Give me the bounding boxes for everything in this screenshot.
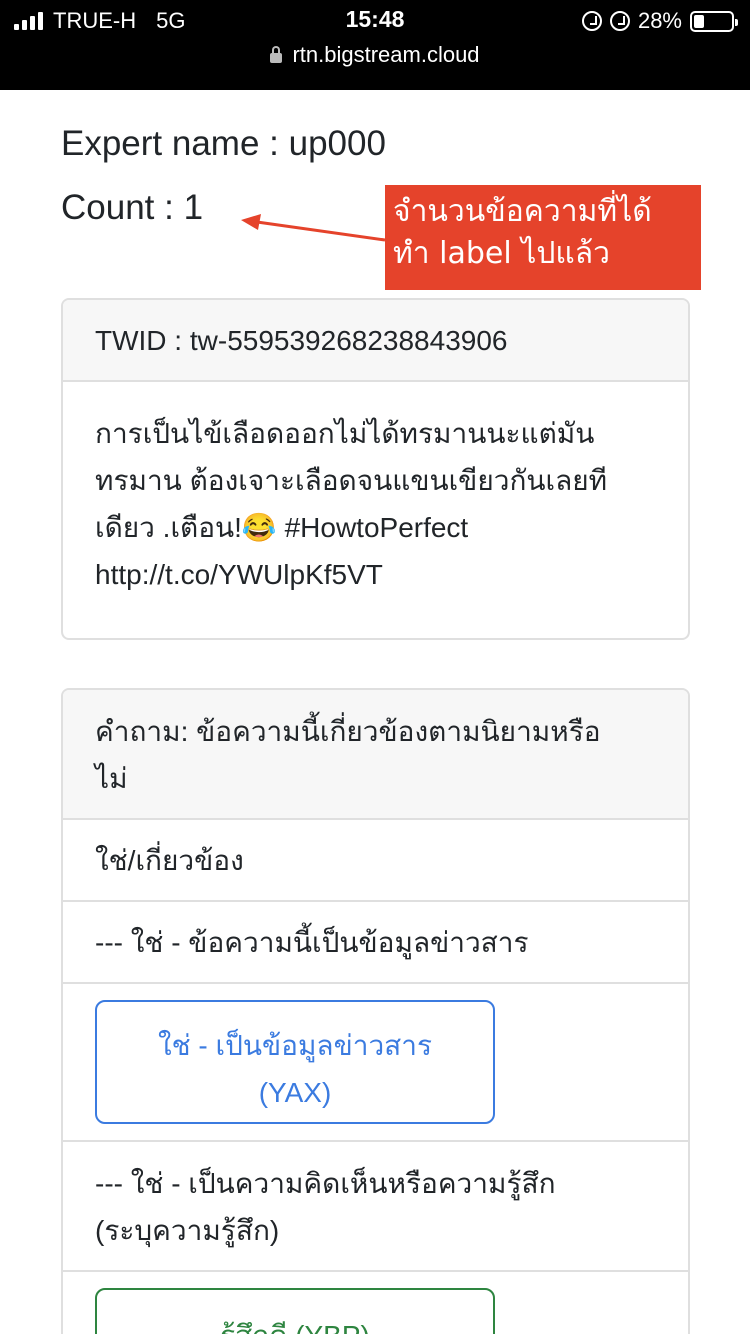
status-right: 28% [581,8,738,34]
subsection-opinion: --- ใช่ - เป็นความคิดเห็นหรือความรู้สึก … [63,1142,688,1272]
lock-icon [270,46,283,63]
address-bar[interactable]: rtn.bigstream.cloud [0,42,750,68]
tweet-id: TWID : tw-559539268238843906 [63,300,688,382]
subsection-opinion-line2: (ระบุความรู้สึก) [95,1215,280,1246]
question-card: คำถาม: ข้อความนี้เกี่ยวข้องตามนิยามหรือ … [61,688,690,1334]
annotation-callout: จำนวนข้อความที่ได้ ทำ label ไปแล้ว [385,185,701,290]
subsection-info: --- ใช่ - ข้อความนี้เป็นข้อมูลข่าวสาร [63,902,688,984]
tweet-text: การเป็นไข้เลือดออกไม่ได้ทรมานนะแต่มัน ทร… [63,382,688,598]
status-bar: TRUE-H 5G 15:48 28% rtn.bigstream.cloud [0,0,750,90]
url-text: rtn.bigstream.cloud [292,42,480,67]
tweet-text-line: ทรมาน ต้องเจาะเลือดจนแขนเขียวกันเลยที [95,465,608,496]
ybp-row: รู้สึกดี (YBP) [63,1272,688,1334]
yax-button[interactable]: ใช่ - เป็นข้อมูลข่าวสาร (YAX) [95,1000,495,1124]
question-title: คำถาม: ข้อความนี้เกี่ยวข้องตามนิยามหรือ … [63,690,688,820]
tweet-link[interactable]: http://t.co/YWUlpKf5VT [95,551,656,598]
tweet-card: TWID : tw-559539268238843906 การเป็นไข้เ… [61,298,690,640]
label-count: Count : 1 [61,188,204,227]
question-line: ไม่ [95,763,128,794]
alarm-icon [609,11,630,31]
yax-row: ใช่ - เป็นข้อมูลข่าวสาร (YAX) [63,984,688,1142]
annotation-line-2: ทำ label ไปแล้ว [393,236,610,271]
battery-icon [690,10,738,32]
yax-button-line2: (YAX) [258,1077,332,1108]
annotation-arrow-icon [241,214,386,242]
tweet-text-line: การเป็นไข้เลือดออกไม่ได้ทรมานนะแต่มัน [95,418,595,449]
rotation-lock-icon [581,11,602,31]
annotation-line-1: จำนวนข้อความที่ได้ [393,194,652,229]
battery-percent: 28% [637,8,682,33]
question-line: คำถาม: ข้อความนี้เกี่ยวข้องตามนิยามหรือ [95,716,601,747]
subsection-opinion-line1: --- ใช่ - เป็นความคิดเห็นหรือความรู้สึก [95,1168,556,1199]
tweet-text-line: เดียว .เตือน!😂 #HowtoPerfect [95,512,469,543]
yax-button-line1: ใช่ - เป็นข้อมูลข่าวสาร [157,1030,433,1061]
section-yes: ใช่/เกี่ยวข้อง [63,820,688,902]
ybp-button[interactable]: รู้สึกดี (YBP) [95,1288,495,1334]
expert-name: Expert name : up000 [61,124,386,163]
